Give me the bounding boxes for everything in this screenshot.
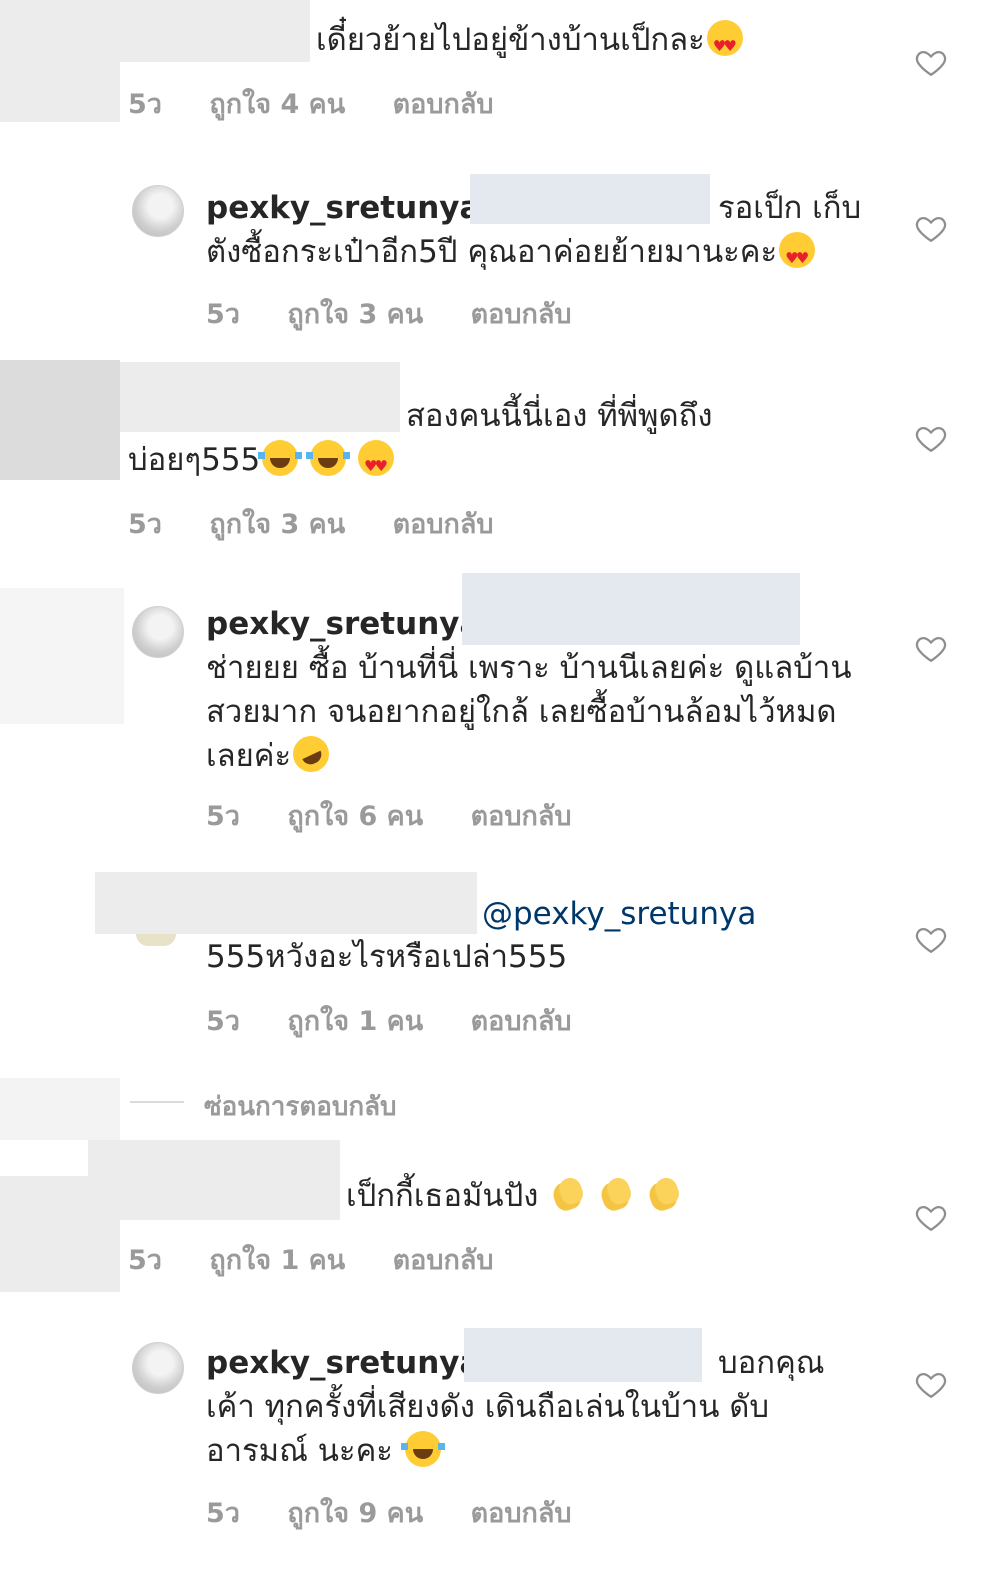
comment-meta: 5ว ถูกใจ 9 คน ตอบกลับ [206, 1491, 572, 1534]
mention-link[interactable]: @pexky_sretunya [482, 892, 756, 936]
comment-meta: 5ว ถูกใจ 3 คน ตอบกลับ [128, 502, 494, 545]
redacted-username [95, 872, 477, 934]
tears-of-joy-emoji-icon [306, 440, 351, 476]
rofl-emoji-icon [287, 730, 336, 778]
comment-username[interactable]: pexky_sretunya [206, 186, 480, 230]
comment-time: 5ว [206, 801, 240, 832]
divider-line [130, 1101, 184, 1103]
clapping-hands-emoji-icon [646, 1176, 682, 1212]
comment-text: เลยค่ะ [206, 730, 336, 778]
comment-text: ตังซื้อกระเป๋าอีก5ปี คุณอาค่อยย้ายมานะคะ [206, 230, 816, 280]
tears-of-joy-emoji-icon [400, 1431, 445, 1467]
heart-eyes-emoji-icon [779, 232, 816, 280]
avatar[interactable] [132, 1342, 184, 1394]
redacted-mention [470, 174, 710, 224]
comment-username[interactable]: pexky_sretunya [206, 602, 480, 646]
reply-button[interactable]: ตอบกลับ [471, 794, 572, 837]
like-count[interactable]: ถูกใจ 4 คน [209, 82, 345, 125]
like-heart-icon[interactable] [914, 421, 948, 455]
comment-text: บ่อยๆ555 [128, 438, 394, 488]
comment-text: เป็กกี้เธอมันปัง [346, 1174, 682, 1218]
comment-text: สองคนนี้นี่เอง ที่พี่พูดถึง [406, 398, 713, 434]
reply-button[interactable]: ตอบกลับ [471, 292, 572, 335]
comment-time: 5ว [128, 1245, 162, 1276]
comment-text: ช่ายยย ซื้อ บ้านที่นี่ เพราะ บ้านนีเลยค่… [206, 650, 852, 686]
redacted-username [88, 1140, 340, 1220]
reply-button[interactable]: ตอบกลับ [393, 1238, 494, 1281]
redacted-mention [464, 1328, 702, 1382]
like-count[interactable]: ถูกใจ 1 คน [209, 1238, 345, 1281]
like-heart-icon[interactable] [914, 922, 948, 956]
comment-meta: 5ว ถูกใจ 1 คน ตอบกลับ [128, 1238, 494, 1281]
comment-time: 5ว [206, 1498, 240, 1529]
comment-time: 5ว [128, 509, 162, 540]
avatar[interactable] [132, 606, 184, 658]
redacted-mention [462, 573, 800, 645]
like-count[interactable]: ถูกใจ 9 คน [287, 1491, 423, 1534]
comment-time: 5ว [206, 299, 240, 330]
reply-button[interactable]: ตอบกลับ [471, 999, 572, 1042]
avatar[interactable] [132, 185, 184, 237]
like-heart-icon[interactable] [914, 1367, 948, 1401]
tears-of-joy-emoji-icon [258, 440, 303, 476]
clapping-hands-emoji-icon [550, 1176, 586, 1212]
comment-text: 555หวังอะไรหรือเปล่า555 [206, 939, 568, 975]
like-count[interactable]: ถูกใจ 6 คน [287, 794, 423, 837]
comment-time: 5ว [128, 89, 162, 120]
reply-button[interactable]: ตอบกลับ [471, 1491, 572, 1534]
like-count[interactable]: ถูกใจ 3 คน [287, 292, 423, 335]
comment-time: 5ว [206, 1006, 240, 1037]
like-heart-icon[interactable] [914, 631, 948, 665]
redacted-area [0, 588, 124, 724]
like-count[interactable]: ถูกใจ 3 คน [209, 502, 345, 545]
comment-meta: 5ว ถูกใจ 1 คน ตอบกลับ [206, 999, 572, 1042]
comment-meta: 5ว ถูกใจ 6 คน ตอบกลับ [206, 794, 572, 837]
like-heart-icon[interactable] [914, 211, 948, 245]
comment-meta: 5ว ถูกใจ 3 คน ตอบกลับ [206, 292, 572, 335]
redacted-area [0, 1078, 120, 1140]
avatar[interactable] [136, 934, 176, 946]
redacted-username [76, 0, 310, 62]
like-heart-icon[interactable] [914, 1200, 948, 1234]
hide-replies-button[interactable]: ซ่อนการตอบกลับ [204, 1086, 397, 1127]
like-heart-icon[interactable] [914, 45, 948, 79]
comment-username[interactable]: pexky_sretunya [206, 1341, 480, 1385]
clapping-hands-emoji-icon [598, 1176, 634, 1212]
comment-text: เดี๋ยวย้ายไปอยู่ข้างบ้านเป็กละ [316, 18, 743, 68]
comment-text: เค้า ทุกครั้งที่เสียงดัง เดินถือเล่นในบ้… [206, 1389, 770, 1425]
comment-text: รอเป็ก เก็บ [718, 190, 862, 226]
reply-button[interactable]: ตอบกลับ [393, 502, 494, 545]
heart-eyes-emoji-icon [358, 440, 394, 488]
comment-text: บอกคุณ [718, 1345, 825, 1381]
like-count[interactable]: ถูกใจ 1 คน [287, 999, 423, 1042]
heart-eyes-emoji-icon [706, 20, 743, 68]
comment-meta: 5ว ถูกใจ 4 คน ตอบกลับ [128, 82, 494, 125]
redacted-avatar [0, 360, 120, 480]
redacted-username [120, 362, 400, 432]
reply-button[interactable]: ตอบกลับ [393, 82, 494, 125]
comment-text: สวยมาก จนอยากอยู่ใกล้ เลยซื้อบ้านล้อมไว้… [206, 694, 837, 730]
comment-text: อารมณ์ นะคะ [206, 1429, 445, 1473]
